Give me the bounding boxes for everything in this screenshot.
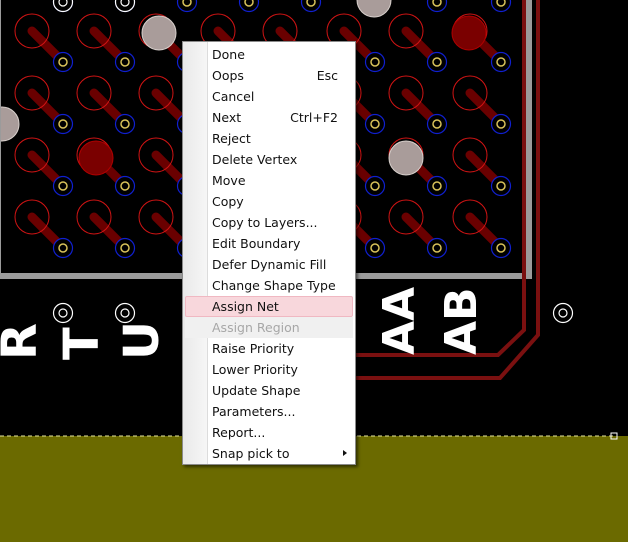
via[interactable] xyxy=(52,175,74,197)
menu-item-defer-dynamic-fill[interactable]: Defer Dynamic Fill xyxy=(183,254,355,275)
pad-highlighted[interactable] xyxy=(388,140,424,176)
via[interactable] xyxy=(52,113,74,135)
menu-list: Done Oops Esc Cancel Next Ctrl+F2 Reject Delete… xyxy=(183,44,355,464)
via[interactable] xyxy=(426,51,448,73)
menu-item-label: Delete Vertex xyxy=(212,152,298,167)
via[interactable] xyxy=(490,51,512,73)
menu-item-update-shape[interactable]: Update Shape xyxy=(183,380,355,401)
via[interactable] xyxy=(490,237,512,259)
pad-highlighted[interactable] xyxy=(451,15,487,51)
menu-item-oops[interactable]: Oops Esc xyxy=(183,65,355,86)
silkscreen-label: AA xyxy=(374,287,425,355)
submenu-arrow-icon xyxy=(343,450,347,456)
menu-item-next[interactable]: Next Ctrl+F2 xyxy=(183,107,355,128)
via[interactable] xyxy=(364,51,386,73)
menu-item-label: Copy xyxy=(212,194,244,209)
menu-item-label: Edit Boundary xyxy=(212,236,301,251)
menu-item-label: Copy to Layers... xyxy=(212,215,318,230)
menu-item-parameters[interactable]: Parameters... xyxy=(183,401,355,422)
menu-item-label: Report... xyxy=(212,425,266,440)
menu-item-report[interactable]: Report... xyxy=(183,422,355,443)
via[interactable] xyxy=(364,175,386,197)
silkscreen-label: AB xyxy=(436,287,487,355)
menu-item-label: Snap pick to xyxy=(212,446,290,461)
menu-item-label: Assign Net xyxy=(212,299,279,314)
menu-item-raise-priority[interactable]: Raise Priority xyxy=(183,338,355,359)
menu-item-label: Defer Dynamic Fill xyxy=(212,257,327,272)
menu-item-label: Cancel xyxy=(212,89,255,104)
via[interactable] xyxy=(490,113,512,135)
menu-item-delete-vertex[interactable]: Delete Vertex xyxy=(183,149,355,170)
via-white[interactable] xyxy=(52,302,74,324)
silkscreen-label: T xyxy=(54,327,110,360)
via[interactable] xyxy=(114,113,136,135)
menu-item-lower-priority[interactable]: Lower Priority xyxy=(183,359,355,380)
menu-item-label: Done xyxy=(212,47,245,62)
context-menu: Done Oops Esc Cancel Next Ctrl+F2 Reject Delete… xyxy=(182,41,356,465)
menu-item-assign-region: Assign Region xyxy=(185,317,353,338)
menu-item-edit-boundary[interactable]: Edit Boundary xyxy=(183,233,355,254)
via[interactable] xyxy=(114,51,136,73)
via[interactable] xyxy=(114,237,136,259)
menu-item-reject[interactable]: Reject xyxy=(183,128,355,149)
menu-item-done[interactable]: Done xyxy=(183,44,355,65)
menu-item-label: Raise Priority xyxy=(212,341,295,356)
via-white[interactable] xyxy=(552,302,574,324)
menu-item-label: Update Shape xyxy=(212,383,301,398)
menu-item-move[interactable]: Move xyxy=(183,170,355,191)
silkscreen-label: U xyxy=(114,321,170,360)
via[interactable] xyxy=(52,51,74,73)
menu-item-shortcut: Ctrl+F2 xyxy=(290,110,338,125)
via[interactable] xyxy=(364,113,386,135)
via[interactable] xyxy=(426,175,448,197)
menu-item-shortcut: Esc xyxy=(316,68,338,83)
menu-item-copy-to-layers[interactable]: Copy to Layers... xyxy=(183,212,355,233)
menu-item-cancel[interactable]: Cancel xyxy=(183,86,355,107)
via[interactable] xyxy=(426,113,448,135)
menu-item-label: Next xyxy=(212,110,242,125)
silkscreen-label: R xyxy=(0,323,48,360)
menu-item-label: Change Shape Type xyxy=(212,278,336,293)
menu-item-label: Oops xyxy=(212,68,244,83)
via[interactable] xyxy=(114,175,136,197)
menu-item-label: Move xyxy=(212,173,246,188)
menu-item-snap-pick-to[interactable]: Snap pick to xyxy=(183,443,355,464)
via[interactable] xyxy=(426,237,448,259)
menu-item-label: Assign Region xyxy=(212,320,300,335)
via[interactable] xyxy=(490,175,512,197)
pad-highlighted[interactable] xyxy=(78,140,114,176)
via[interactable] xyxy=(364,237,386,259)
menu-item-assign-net[interactable]: Assign Net xyxy=(185,296,353,317)
via[interactable] xyxy=(52,237,74,259)
via-white[interactable] xyxy=(114,302,136,324)
menu-item-copy[interactable]: Copy xyxy=(183,191,355,212)
menu-item-label: Reject xyxy=(212,131,251,146)
menu-item-label: Parameters... xyxy=(212,404,296,419)
menu-item-change-shape-type[interactable]: Change Shape Type xyxy=(183,275,355,296)
pad-highlighted[interactable] xyxy=(141,15,177,51)
menu-item-label: Lower Priority xyxy=(212,362,298,377)
